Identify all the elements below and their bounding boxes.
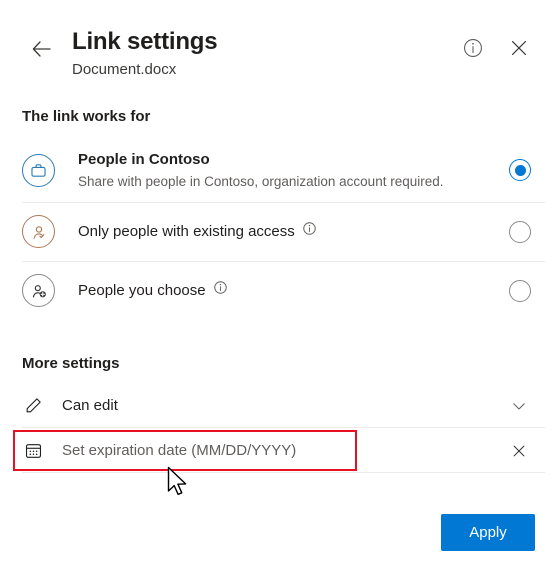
title-block: Link settings Document.docx <box>72 27 218 80</box>
option-text-block: People in Contoso Share with people in C… <box>78 150 497 191</box>
dialog-header: Link settings Document.docx <box>0 0 553 92</box>
clear-expiration-icon[interactable] <box>507 439 531 463</box>
info-circle-icon[interactable] <box>302 221 317 242</box>
info-circle-icon[interactable] <box>213 280 228 301</box>
header-actions <box>457 34 535 66</box>
divider <box>22 202 545 203</box>
option-title: Only people with existing access <box>78 221 497 242</box>
option-title-label: Only people with existing access <box>78 222 295 240</box>
page-title: Link settings <box>72 28 218 55</box>
option-title: People in Contoso <box>78 150 497 170</box>
permission-row-can-edit[interactable]: Can edit <box>0 383 553 428</box>
option-people-in-contoso[interactable]: People in Contoso Share with people in C… <box>0 138 553 202</box>
info-circle-icon <box>462 37 484 64</box>
option-text-block: People you choose <box>78 280 497 301</box>
pencil-icon <box>22 396 44 415</box>
close-icon <box>508 37 530 64</box>
expiration-date-row[interactable]: Set expiration date (MM/DD/YYYY) <box>0 428 553 473</box>
calendar-icon <box>22 441 44 460</box>
expiration-date-input[interactable]: Set expiration date (MM/DD/YYYY) <box>62 442 507 459</box>
back-arrow-icon <box>30 37 54 66</box>
more-settings-rows: Can edit Set expiration date (MM/DD/YYYY… <box>0 383 553 473</box>
option-description: Share with people in Contoso, organizati… <box>78 173 444 189</box>
option-title-label: People in Contoso <box>78 150 210 168</box>
radio-people-in-contoso[interactable] <box>509 159 531 181</box>
radio-only-people-with-existing-access[interactable] <box>509 220 531 243</box>
person-add-circle-icon <box>22 274 55 307</box>
info-button[interactable] <box>457 34 489 66</box>
person-check-circle-icon <box>22 215 55 248</box>
option-only-people-with-existing-access[interactable]: Only people with existing access <box>0 202 553 261</box>
divider <box>22 472 545 473</box>
apply-button[interactable]: Apply <box>441 514 535 551</box>
link-audience-options: People in Contoso Share with people in C… <box>0 138 553 320</box>
close-button[interactable] <box>503 34 535 66</box>
option-text-block: Only people with existing access <box>78 221 497 242</box>
more-settings-heading: More settings <box>22 355 120 372</box>
permission-label: Can edit <box>62 397 118 414</box>
option-title-label: People you choose <box>78 281 206 299</box>
option-title: People you choose <box>78 280 497 301</box>
file-name: Document.docx <box>72 61 177 78</box>
dialog-footer: Apply <box>441 514 535 551</box>
back-button[interactable] <box>27 36 57 66</box>
chevron-down-icon[interactable] <box>507 394 531 418</box>
divider <box>22 261 545 262</box>
link-works-for-heading: The link works for <box>22 108 151 125</box>
option-people-you-choose[interactable]: People you choose <box>0 261 553 320</box>
briefcase-circle-icon <box>22 153 55 187</box>
radio-people-you-choose[interactable] <box>509 279 531 302</box>
